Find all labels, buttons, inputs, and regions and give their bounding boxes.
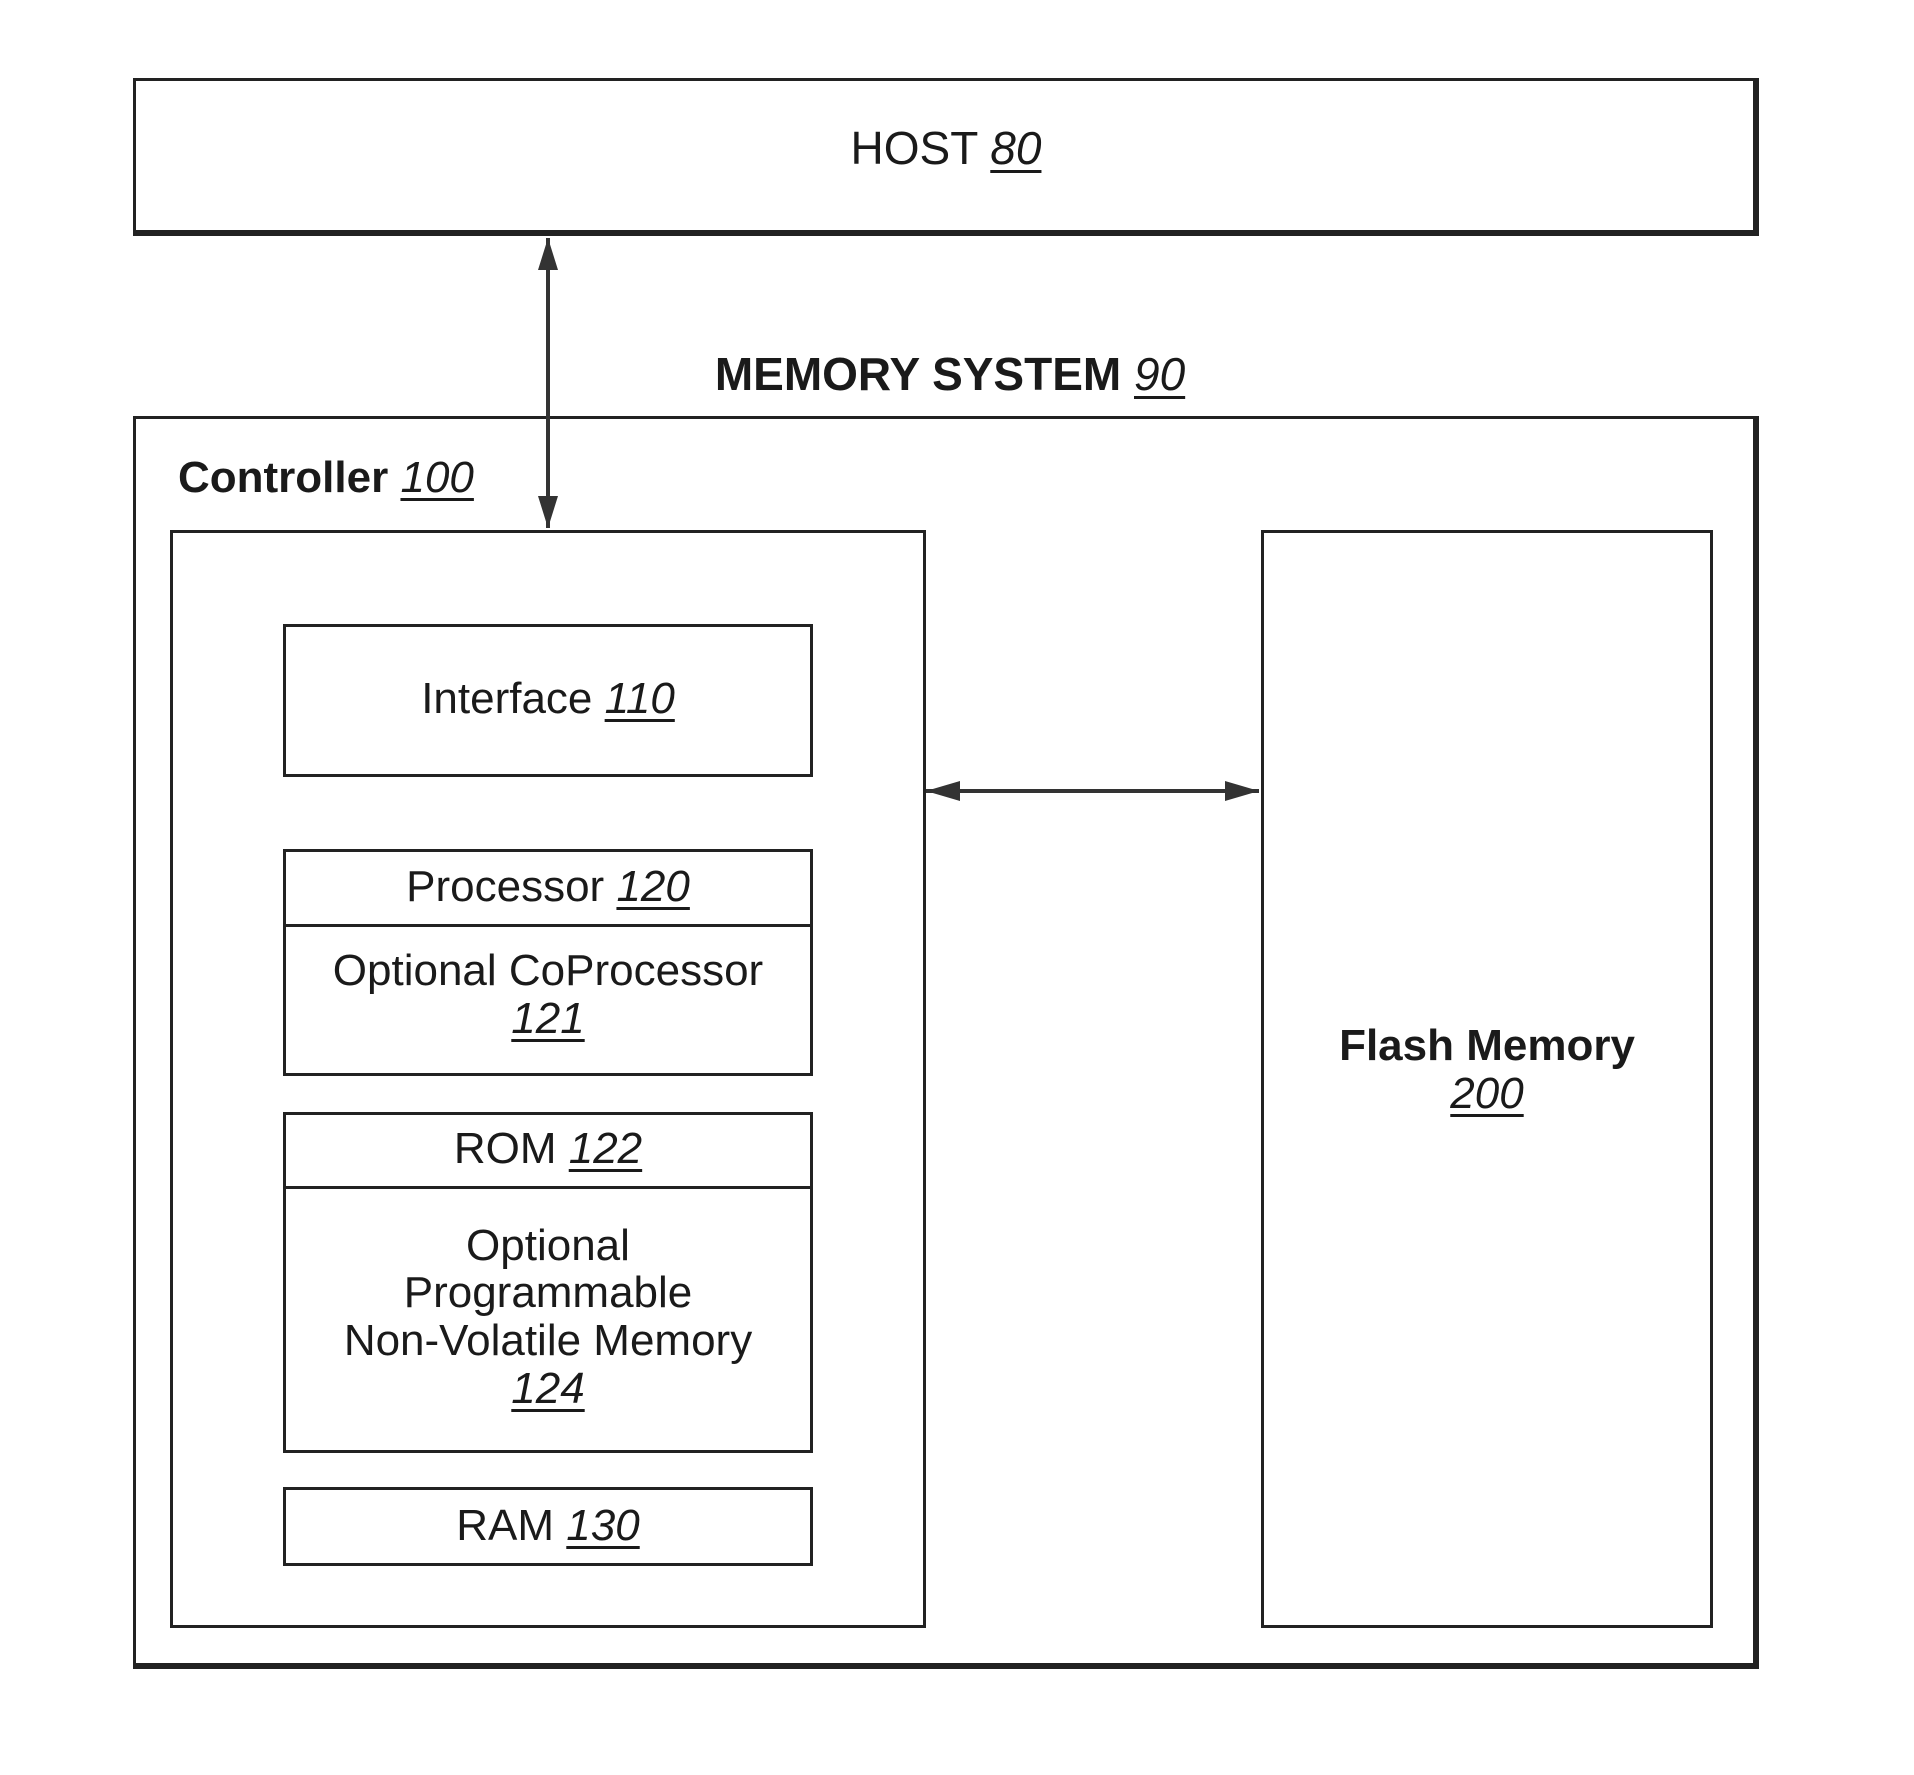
host-controller-arrow [538,238,558,528]
arrowhead-left-icon [926,781,960,801]
arrowhead-up-icon [538,238,558,270]
controller-flash-arrow [926,781,1259,801]
connections-layer [538,238,1259,801]
arrowhead-right-icon [1225,781,1259,801]
arrowhead-down-icon [538,496,558,528]
